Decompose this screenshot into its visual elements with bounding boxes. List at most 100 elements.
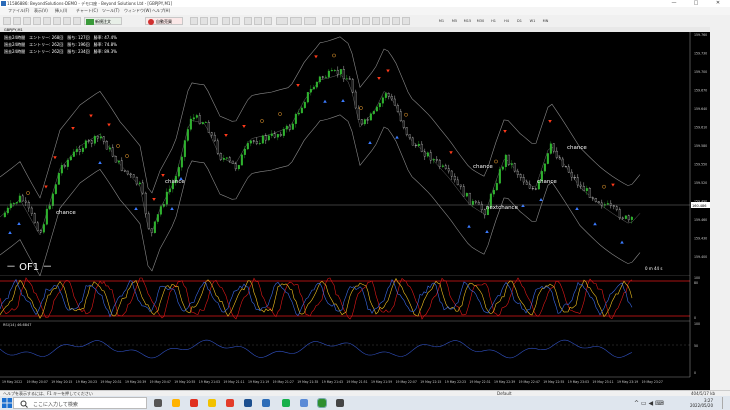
timeframe-m1[interactable]: M1	[436, 17, 447, 25]
candle-body	[108, 147, 111, 150]
minimize-button[interactable]: —	[666, 0, 682, 7]
middle-band	[0, 74, 641, 236]
label-icon[interactable]	[392, 17, 400, 25]
timeframe-mn[interactable]: MN	[540, 17, 551, 25]
timeframe-h1[interactable]: H1	[488, 17, 499, 25]
tile-icon[interactable]	[244, 17, 252, 25]
candle-body	[582, 186, 585, 192]
candle-body	[303, 101, 306, 109]
task-view-icon[interactable]	[154, 399, 162, 407]
navigator-icon[interactable]	[43, 17, 51, 25]
market-watch-icon[interactable]	[23, 17, 31, 25]
time-tick: 19 May 21:51	[346, 380, 367, 384]
show-desktop[interactable]	[722, 397, 729, 409]
price-chart[interactable]: 159.760 159.730 159.700 159.670 159.640 159.6…	[0, 27, 710, 390]
line-chart-icon[interactable]	[210, 17, 218, 25]
candle-body	[612, 205, 615, 207]
fibo-icon[interactable]	[372, 17, 380, 25]
candle-body	[204, 122, 207, 123]
windows-start-icon[interactable]	[2, 398, 12, 408]
text-icon[interactable]	[382, 17, 390, 25]
candle-body	[225, 157, 228, 159]
annotation-chance-4: chance	[537, 179, 557, 185]
crosshair-icon[interactable]	[73, 17, 81, 25]
timeframe-m5[interactable]: M5	[449, 17, 460, 25]
metatrader-icon[interactable]	[317, 398, 327, 408]
time-tick: 19 May 22:15	[420, 380, 441, 384]
data-window-icon[interactable]	[33, 17, 41, 25]
terminal-icon[interactable]	[53, 17, 61, 25]
tray-icons[interactable]: ^ ▭ ◀ ⌨	[634, 399, 674, 407]
candle-body	[363, 119, 366, 125]
candle-body	[219, 153, 222, 160]
candle-body	[606, 203, 609, 205]
taskbar-search[interactable]: ここに入力して検索	[13, 397, 147, 409]
timeframe-h4[interactable]: H4	[501, 17, 512, 25]
store-icon[interactable]	[244, 399, 252, 407]
app-icon-10[interactable]	[336, 399, 344, 407]
templates-icon[interactable]	[304, 17, 316, 25]
close-button[interactable]: ✕	[710, 0, 726, 7]
maximize-button[interactable]: □	[688, 0, 704, 7]
timeframe-m15[interactable]: M15	[462, 17, 473, 25]
menu-view[interactable]: 表示(V)	[34, 8, 48, 14]
autoscroll-icon[interactable]	[254, 17, 262, 25]
channel-icon[interactable]	[362, 17, 370, 25]
signal-circle	[404, 112, 408, 117]
candle-body	[513, 163, 516, 172]
trendline-icon[interactable]	[352, 17, 360, 25]
brave-browser-icon[interactable]	[190, 399, 198, 407]
cursor-icon[interactable]	[322, 17, 330, 25]
app-icon-8[interactable]	[300, 399, 308, 407]
chart-window[interactable]: 159.760 159.730 159.700 159.670 159.640 159.6…	[0, 27, 710, 390]
app-icon	[1, 1, 6, 6]
signal-circle	[116, 144, 120, 148]
menu-file[interactable]: ファイル(F)	[8, 8, 29, 14]
candle-body	[237, 165, 240, 170]
new-order-button[interactable]: 新規注文	[84, 17, 122, 25]
sell-arrow	[503, 130, 507, 133]
chart-shift-icon[interactable]	[264, 17, 272, 25]
price-tick: 159.580	[694, 144, 707, 148]
periods-icon[interactable]	[290, 17, 302, 25]
profiles-icon[interactable]	[13, 17, 21, 25]
arrows-icon[interactable]	[402, 17, 410, 25]
chrome-icon[interactable]	[208, 399, 216, 407]
candle-body	[546, 153, 549, 164]
auto-trade-button[interactable]: 自動売買	[145, 17, 183, 25]
menu-chart[interactable]: チャート(C)	[76, 8, 98, 14]
sell-arrow	[152, 198, 156, 201]
buy-arrow	[521, 204, 525, 207]
line-app-icon[interactable]	[282, 399, 290, 407]
candle-body	[384, 93, 387, 98]
opera-icon[interactable]	[226, 399, 234, 407]
timeframe-w1[interactable]: W1	[527, 17, 538, 25]
tester-icon[interactable]	[63, 17, 71, 25]
menu-tools[interactable]: ツール(T)	[102, 8, 120, 14]
candle-body	[453, 176, 456, 181]
zoom-in-icon[interactable]	[222, 17, 230, 25]
file-explorer-icon[interactable]	[172, 399, 180, 407]
signal-circle	[602, 184, 606, 189]
candle-body	[105, 141, 108, 150]
zoom-out-icon[interactable]	[232, 17, 240, 25]
bar-chart-icon[interactable]	[190, 17, 198, 25]
candle-body	[96, 135, 99, 139]
sell-arrow	[296, 84, 300, 87]
menu-help[interactable]: ヘルプ(H)	[152, 8, 170, 14]
chart-tab-title[interactable]: GBPJPY,M1	[4, 28, 23, 32]
timeframe-d1[interactable]: D1	[514, 17, 525, 25]
indicators-icon[interactable]	[276, 17, 288, 25]
menu-insert[interactable]: 挿入(I)	[55, 8, 67, 14]
candle-chart-icon[interactable]	[200, 17, 208, 25]
hline-icon[interactable]	[342, 17, 350, 25]
vline-icon[interactable]	[332, 17, 340, 25]
menu-window[interactable]: ウィンドウ(W)	[124, 8, 151, 14]
timeframe-m30[interactable]: M30	[475, 17, 486, 25]
new-chart-icon[interactable]	[3, 17, 11, 25]
candle-body	[402, 120, 405, 128]
candle-body	[51, 193, 54, 206]
mail-icon[interactable]	[262, 399, 270, 407]
tray-clock[interactable]: 3:27 2022/05/20	[683, 398, 713, 408]
time-axis: 19 May 2022 19 May 20:07 19 May 20:15 19 Ma…	[2, 380, 663, 384]
